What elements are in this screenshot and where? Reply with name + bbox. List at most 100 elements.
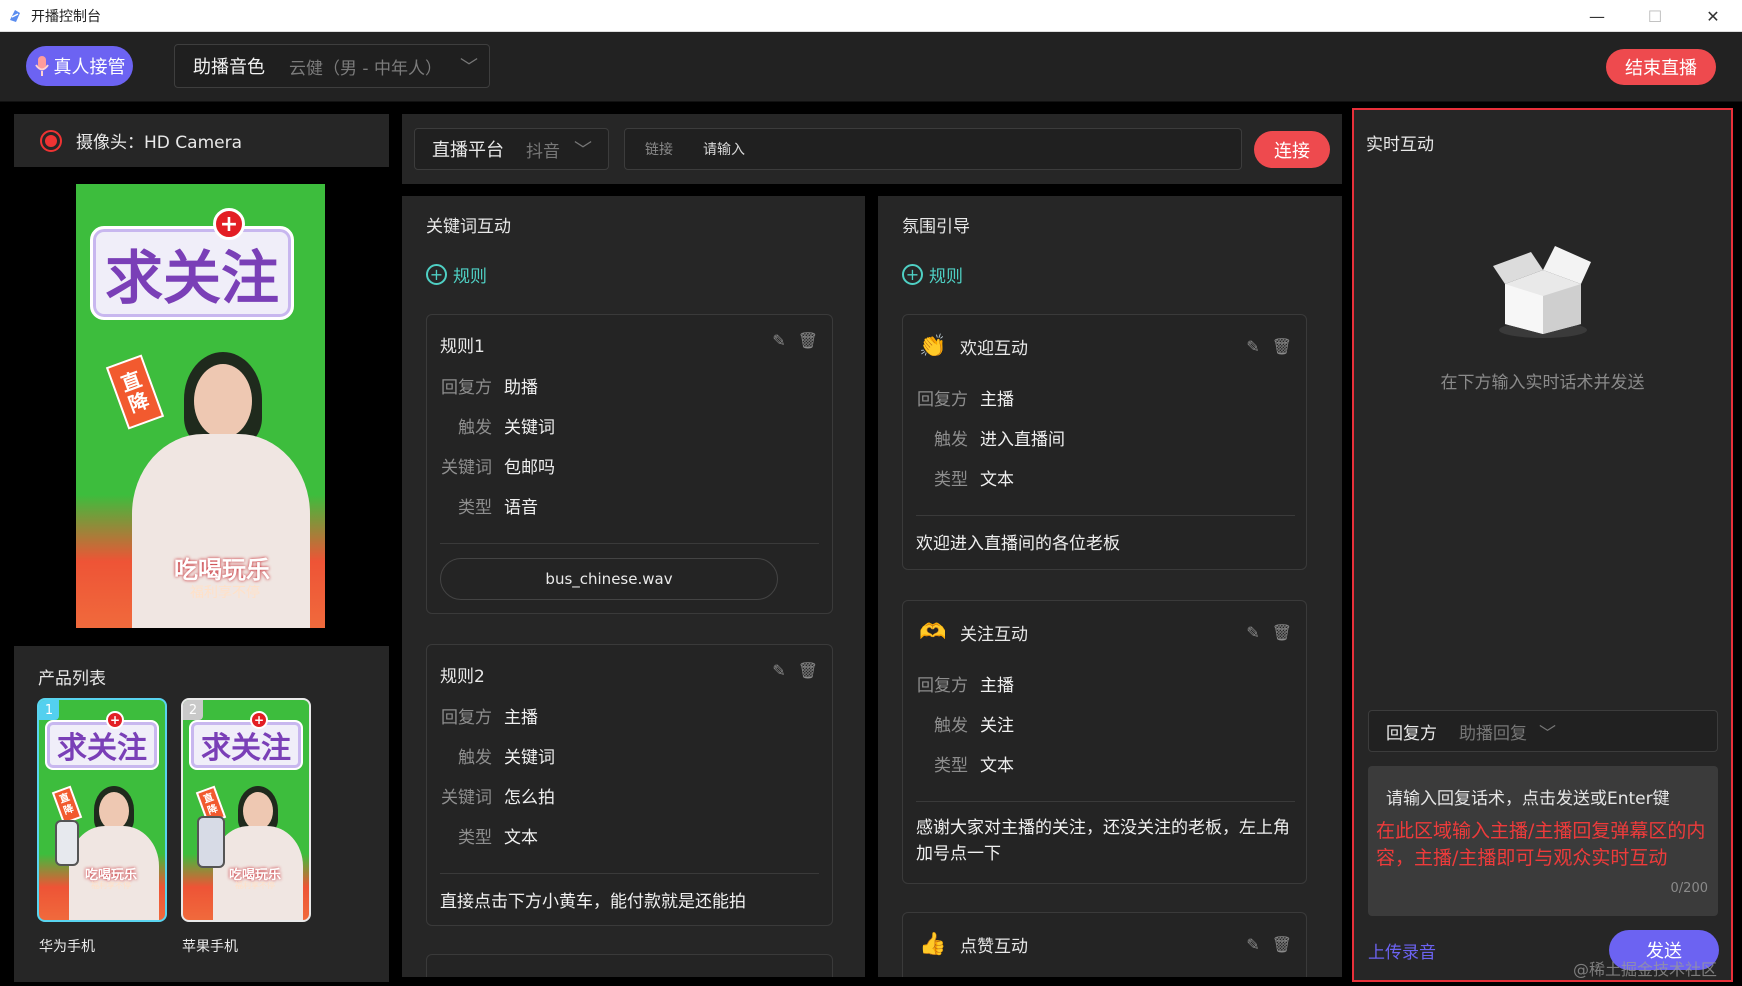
field-value: 进入直播间 [980, 430, 1065, 450]
delete-icon[interactable]: 🗑 [1272, 623, 1292, 642]
chevron-down-icon: ﹀ [1539, 723, 1556, 744]
reply-party-label: 回复方 [1386, 723, 1437, 744]
human-takeover-button[interactable]: 真人接管 [26, 46, 133, 86]
thumb-down-text: 直降 [202, 792, 220, 818]
link-input[interactable]: 链接 请输入 [624, 128, 1242, 170]
plus-icon: + [106, 711, 124, 729]
window-title-bar: 开播控制台 — ☐ ✕ [0, 0, 1742, 32]
person-face [194, 364, 252, 438]
maximize-button[interactable]: ☐ [1626, 0, 1684, 32]
reply-placeholder: 请输入回复话术，点击发送或Enter键 [1386, 789, 1670, 809]
record-icon[interactable] [40, 129, 62, 152]
rule-card: 规则2 ✎ 🗑 回复方 主播 触发 关键词 关键词 怎么拍 类型 文本 直接点击下方小黄… [426, 644, 833, 926]
product-card[interactable]: 1 求关注 + 直降 吃喝玩乐 福利享不停 [37, 698, 167, 922]
edit-icon[interactable]: ✎ [772, 331, 785, 350]
assistant-voice-select[interactable]: 助播音色 云健（男 - 中年人） ﹀ [174, 44, 490, 88]
field-key: 回复方 [917, 390, 968, 410]
edit-icon[interactable]: ✎ [1246, 337, 1259, 356]
link-placeholder: 请输入 [703, 142, 745, 158]
price-drop-tag: 直降 [51, 785, 83, 825]
plus-circle-icon: + [426, 264, 447, 285]
thumb-down-text: 直降 [58, 792, 76, 818]
price-drop-tag: 直降 [105, 354, 165, 430]
platform-value: 抖音 [526, 141, 560, 162]
thumb-plus-text: + [253, 713, 265, 727]
close-button[interactable]: ✕ [1684, 0, 1742, 32]
heart-hand-icon: 🫶 [919, 619, 947, 645]
thumb-subtitle: 福利享不停 [235, 881, 275, 890]
delete-icon[interactable]: 🗑 [1272, 337, 1292, 356]
rule-card [426, 954, 833, 977]
field-key: 触发 [934, 716, 968, 736]
field-key: 关键词 [441, 458, 492, 478]
field-value: 文本 [504, 828, 538, 848]
window-title: 开播控制台 [31, 8, 101, 25]
product-list-panel: 产品列表 1 求关注 + 直降 吃喝玩乐 福利享不停 华为手机 2 求关注 + … [14, 646, 389, 982]
minimize-button[interactable]: — [1568, 0, 1626, 32]
field-value: 关注 [980, 716, 1014, 736]
audio-file-pill[interactable]: bus_chinese.wav [440, 558, 778, 600]
rule-title: 规则1 [440, 337, 485, 357]
poster-badge-text: 求关注 [104, 244, 279, 312]
field-key: 触发 [934, 430, 968, 450]
upload-recording-link[interactable]: 上传录音 [1368, 938, 1436, 963]
reply-party-select[interactable]: 回复方 助播回复 ﹀ [1368, 710, 1718, 752]
human-takeover-label: 真人接管 [53, 57, 126, 78]
product-name: 华为手机 [39, 939, 95, 955]
edit-icon[interactable]: ✎ [1246, 623, 1259, 642]
edit-icon[interactable]: ✎ [772, 661, 785, 680]
field-key: 类型 [934, 470, 968, 490]
rule-title: 规则2 [440, 667, 485, 687]
realtime-header: 实时互动 [1366, 135, 1434, 155]
field-value: 文本 [980, 756, 1014, 776]
assistant-voice-label: 助播音色 [193, 57, 265, 78]
chevron-down-icon: ﹀ [459, 57, 478, 78]
atmosphere-header: 氛围引导 [902, 217, 970, 237]
field-value: 文本 [980, 470, 1014, 490]
add-rule-label: 规则 [453, 267, 487, 287]
divider [440, 543, 819, 544]
add-rule-button[interactable]: + 规则 [426, 262, 487, 287]
keyword-interaction-panel: 关键词互动 + 规则 规则1 ✎ 🗑 回复方 助播 触发 关键词 关键词 包邮吗 类型… [402, 196, 865, 977]
rule-card: 🫶 关注互动 ✎ 🗑 回复方 主播 触发 关注 类型 文本 感谢大家对主播的关注，还没关… [902, 600, 1307, 884]
empty-box-icon [1493, 246, 1591, 338]
field-value: 怎么拍 [504, 788, 555, 808]
connect-button[interactable]: 连接 [1254, 131, 1330, 168]
field-value: 主播 [504, 708, 538, 728]
rule-card: 规则1 ✎ 🗑 回复方 助播 触发 关键词 关键词 包邮吗 类型 语音 bus_chin… [426, 314, 833, 614]
field-value: 主播 [980, 390, 1014, 410]
thumb-plus-text: + [109, 713, 121, 727]
delete-icon[interactable]: 🗑 [1272, 935, 1292, 954]
add-rule-label: 规则 [929, 267, 963, 287]
top-toolbar: 真人接管 助播音色 云健（男 - 中年人） ﹀ 结束直播 [0, 32, 1742, 102]
reply-textarea[interactable]: 请输入回复话术，点击发送或Enter键 在此区域输入主播/主播回复弹幕区的内容，… [1368, 766, 1718, 916]
phone-image [55, 820, 79, 866]
edit-icon[interactable]: ✎ [1246, 935, 1259, 954]
plus-text: + [219, 211, 239, 237]
field-key: 类型 [458, 828, 492, 848]
product-card[interactable]: 2 求关注 + 直降 吃喝玩乐 福利享不停 [181, 698, 311, 922]
delete-icon[interactable]: 🗑 [798, 331, 818, 350]
platform-select[interactable]: 直播平台 抖音 ﹀ [414, 128, 609, 170]
char-counter: 0/200 [1670, 881, 1708, 896]
annotation-note: 在此区域输入主播/主播回复弹幕区的内容，主播/主播即可与观众实时互动 [1376, 820, 1706, 869]
field-value: 关键词 [504, 748, 555, 768]
product-thumbnail: 求关注 + 直降 吃喝玩乐 福利享不停 [183, 700, 309, 920]
field-value: 主播 [980, 676, 1014, 696]
rule-reply-text: 感谢大家对主播的关注，还没关注的老板，左上角加号点一下 [916, 818, 1290, 864]
end-live-button[interactable]: 结束直播 [1606, 49, 1716, 85]
product-list-header: 产品列表 [38, 669, 106, 689]
rule-reply-text: 直接点击下方小黄车，能付款就是还能拍 [440, 892, 746, 912]
product-name: 苹果手机 [182, 939, 238, 955]
rule-reply-text: 欢迎进入直播间的各位老板 [916, 534, 1120, 554]
person-face [243, 792, 273, 830]
thumb-badge-text: 求关注 [201, 731, 291, 766]
poster-badge: 求关注 [90, 226, 294, 320]
realtime-interaction-panel: 实时互动 在下方输入实时话术并发送 回复方 助播回复 ﹀ 请输入回复话术，点击发… [1352, 108, 1733, 982]
product-thumbnail: 求关注 + 直降 吃喝玩乐 福利享不停 [39, 700, 165, 920]
field-key: 回复方 [917, 676, 968, 696]
thumb-badge: 求关注 [45, 720, 159, 770]
delete-icon[interactable]: 🗑 [798, 661, 818, 680]
field-key: 类型 [934, 756, 968, 776]
add-rule-button[interactable]: + 规则 [902, 262, 963, 287]
